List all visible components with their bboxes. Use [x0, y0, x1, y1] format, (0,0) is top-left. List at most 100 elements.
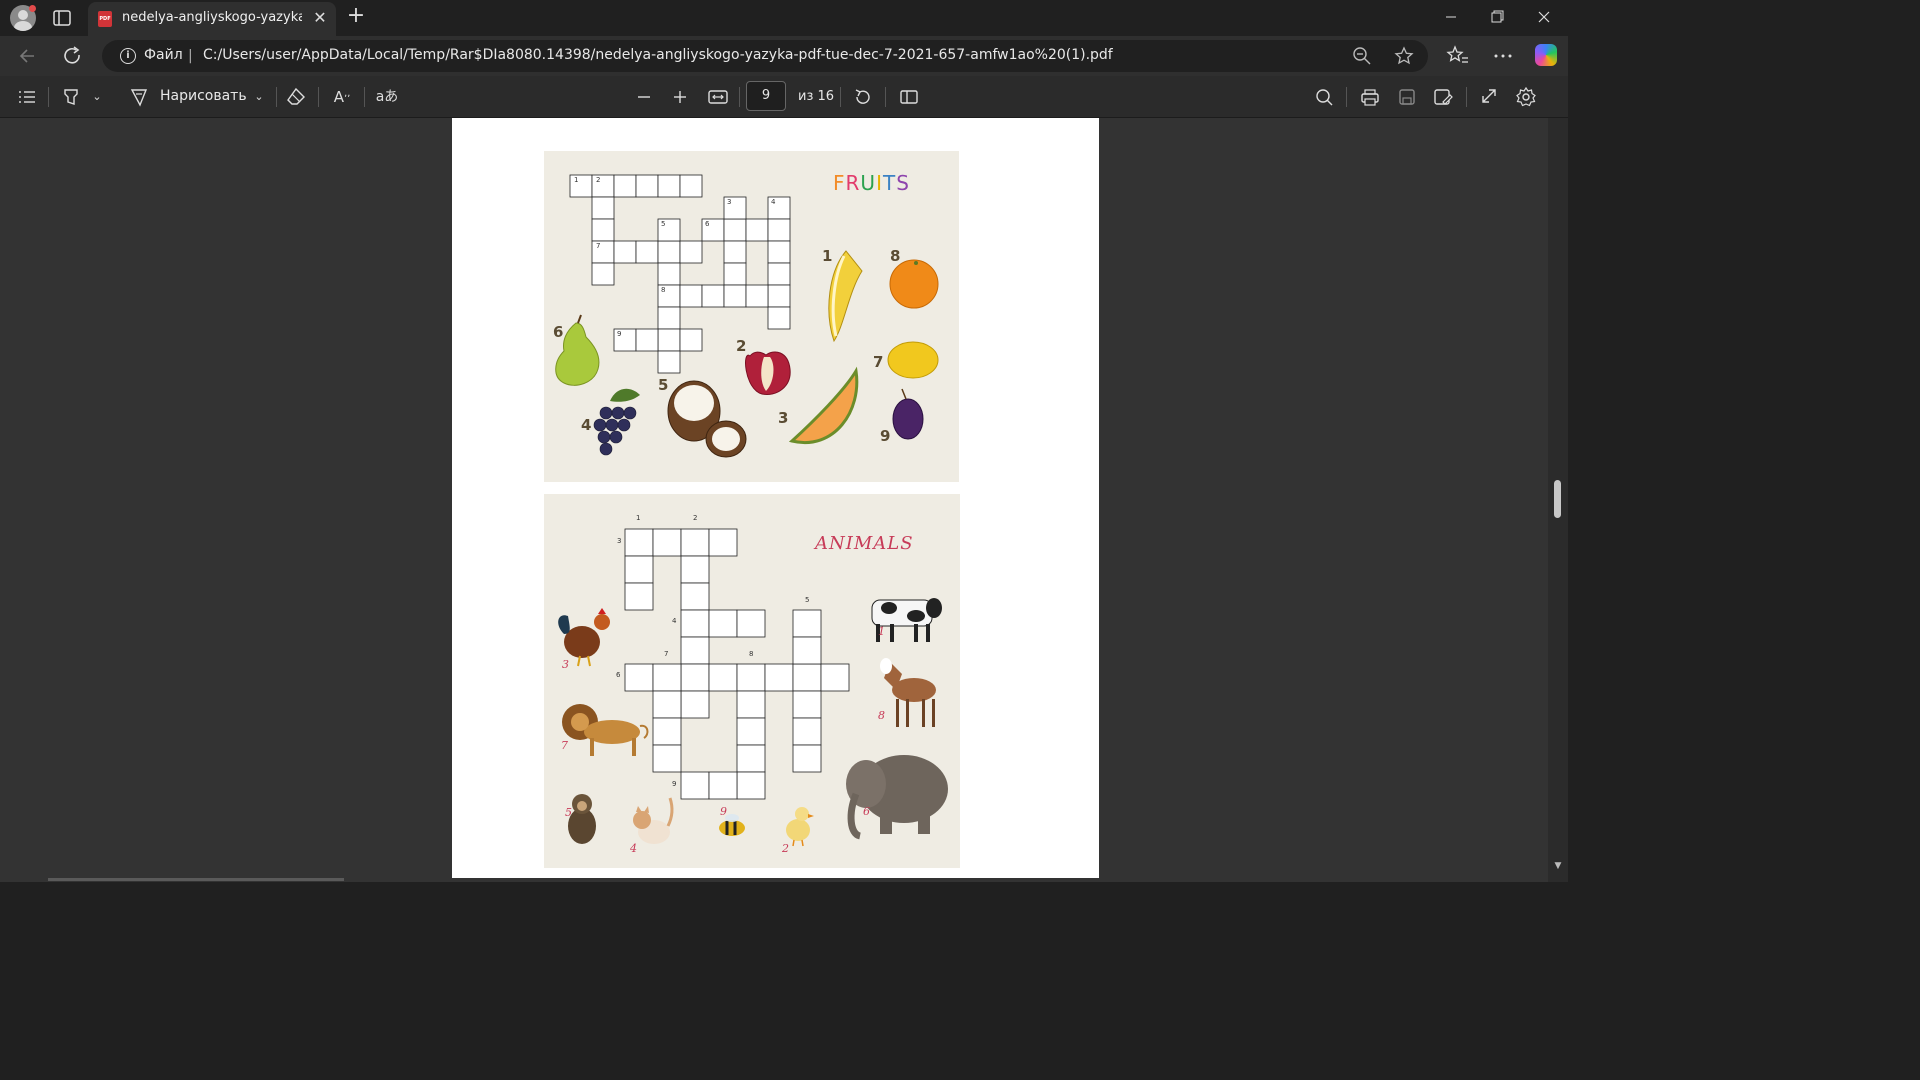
copilot-icon[interactable] [1535, 44, 1557, 66]
fruit-picture-number: 5 [658, 376, 669, 394]
fit-to-width-icon[interactable] [705, 85, 731, 109]
animals-grid-number: 4 [672, 617, 677, 625]
highlight-dropdown-chevron-icon[interactable]: ⌄ [88, 85, 106, 109]
rotate-icon[interactable] [850, 85, 876, 109]
zoom-out-minus-icon[interactable] [631, 85, 657, 109]
fruits-title-letter: R [845, 171, 861, 195]
animal-picture-number: 9 [720, 805, 727, 818]
animals-grid-number: 8 [749, 650, 754, 658]
fruits-grid-number: 4 [771, 198, 776, 206]
fruits-crossword-panel: 1 2 3 4 5 6 7 8 9 FRUITS 1 8 6 2 7 5 3 4… [544, 151, 959, 482]
animal-picture-number: 8 [878, 709, 885, 722]
tab-actions-icon[interactable] [50, 6, 74, 30]
lemon-image [887, 341, 939, 379]
chick-image [786, 807, 814, 847]
elephant-image [846, 755, 948, 840]
tab-close-icon[interactable]: ✕ [310, 8, 330, 28]
title-bar: PDF nedelya-angliyskogo-yazyka-pdf- ✕ + [0, 0, 1568, 36]
animals-grid-number: 5 [805, 596, 810, 604]
settings-gear-icon[interactable] [1513, 85, 1539, 109]
draw-dropdown-chevron-icon[interactable]: ⌄ [250, 85, 268, 109]
address-bar[interactable]: i Файл | C:/Users/user/AppData/Local/Tem… [102, 40, 1428, 72]
toolbar-divider [739, 87, 740, 107]
profile-notification-dot [29, 5, 36, 12]
pdf-file-icon: PDF [98, 11, 112, 27]
fruits-title-letter: I [876, 171, 883, 195]
animal-picture-number: 4 [630, 842, 637, 855]
animals-grid-number: 7 [664, 650, 669, 658]
save-icon[interactable] [1394, 85, 1420, 109]
more-options-icon[interactable] [1490, 44, 1516, 68]
plum-image [892, 398, 924, 440]
monkey-image [568, 794, 596, 844]
animal-picture-number: 3 [562, 658, 569, 671]
page-number-input[interactable]: 9 [746, 81, 786, 111]
horse-image [880, 658, 936, 727]
fruit-picture-number: 8 [890, 247, 901, 265]
scheme-label: Файл [144, 47, 183, 63]
draw-pen-icon[interactable] [126, 85, 152, 109]
zoom-out-icon[interactable] [1352, 46, 1372, 66]
vertical-scrollbar[interactable]: ▲ ▼ [1548, 118, 1568, 882]
favorites-icon[interactable] [1445, 44, 1471, 68]
page-view-icon[interactable] [896, 85, 922, 109]
close-window-icon[interactable] [1529, 4, 1559, 30]
fruit-picture-number: 1 [822, 247, 833, 265]
animals-grid-number: 6 [616, 671, 621, 679]
animal-picture-number: 6 [863, 805, 870, 818]
fruit-picture-number: 2 [736, 337, 747, 355]
animals-grid-number: 3 [617, 537, 622, 545]
fruits-grid-number: 5 [661, 220, 666, 228]
toolbar-divider [318, 87, 319, 107]
animal-picture-number: 2 [782, 842, 789, 855]
zoom-in-plus-icon[interactable] [667, 85, 693, 109]
scrollbar-thumb[interactable] [1554, 480, 1561, 518]
refresh-icon[interactable] [59, 43, 87, 69]
fruits-title-letter: S [896, 171, 910, 195]
tab-title: nedelya-angliyskogo-yazyka-pdf- [122, 10, 302, 25]
animals-grid-number: 1 [636, 514, 641, 522]
animals-grid-number: 9 [672, 780, 677, 788]
fruit-picture-number: 9 [880, 427, 891, 445]
read-aloud-icon[interactable]: Aʼʼ [329, 85, 355, 109]
draw-button-label[interactable]: Нарисовать [160, 88, 247, 104]
active-tab[interactable]: PDF nedelya-angliyskogo-yazyka-pdf- ✕ [88, 2, 336, 36]
animals-title: ANIMALS [815, 533, 914, 554]
print-icon[interactable] [1357, 85, 1383, 109]
restore-icon[interactable] [1482, 4, 1512, 30]
kitten-image [633, 797, 674, 844]
url-text[interactable]: C:/Users/user/AppData/Local/Temp/Rar$DIa… [203, 47, 1113, 63]
animal-picture-number: 7 [561, 739, 568, 752]
scroll-down-arrow-icon[interactable]: ▼ [1552, 860, 1564, 872]
fruits-grid-number: 6 [705, 220, 710, 228]
pdf-toolbar: ⌄ Нарисовать ⌄ Aʼʼ aあ 9 из 16 [0, 76, 1568, 118]
toolbar-divider [1346, 87, 1347, 107]
fruit-picture-number: 3 [778, 409, 789, 427]
translate-icon[interactable]: aあ [374, 85, 400, 109]
animals-grid-number: 2 [693, 514, 698, 522]
table-of-contents-icon[interactable] [14, 85, 40, 109]
grapes-image [593, 406, 637, 456]
animals-crossword-panel: 1 2 3 4 5 6 7 8 9 ANIMALS 1 3 8 7 6 5 4 … [544, 494, 960, 868]
fruit-picture-number: 4 [581, 416, 592, 434]
search-icon[interactable] [1311, 85, 1337, 109]
minimize-icon[interactable] [1436, 4, 1466, 30]
eraser-icon[interactable] [283, 85, 309, 109]
new-tab-button[interactable]: + [344, 5, 368, 29]
fruits-grid-number: 8 [661, 286, 666, 294]
horizontal-scrollbar[interactable] [48, 878, 344, 881]
save-as-icon[interactable] [1430, 85, 1456, 109]
fullscreen-icon[interactable] [1476, 85, 1502, 109]
back-arrow-icon[interactable] [14, 43, 42, 69]
favorite-star-icon[interactable] [1394, 46, 1414, 66]
animal-picture-number: 5 [565, 806, 572, 819]
toolbar-divider [1466, 87, 1467, 107]
fruits-grid-number: 9 [617, 330, 622, 338]
address-separator: | [188, 48, 193, 64]
pdf-viewer[interactable]: 1 2 3 4 5 6 7 8 9 FRUITS 1 8 6 2 7 5 3 4… [0, 118, 1568, 882]
highlight-icon[interactable] [58, 85, 84, 109]
info-icon[interactable]: i [120, 48, 136, 64]
orange-image [889, 259, 939, 309]
fruits-title-letter: F [833, 171, 846, 195]
fruits-crossword-grid [555, 174, 939, 458]
